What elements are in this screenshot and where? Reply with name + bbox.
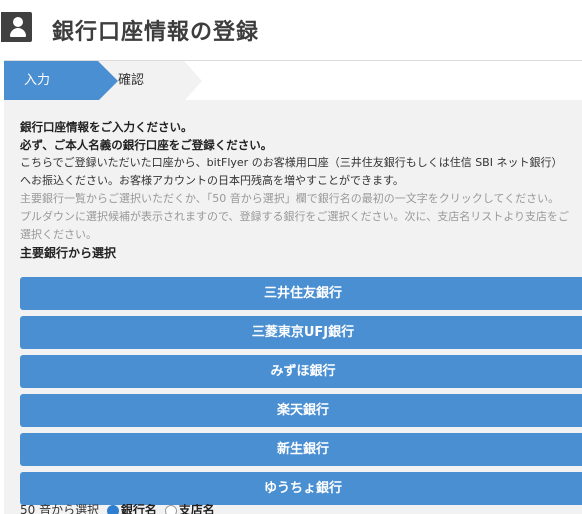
bank-button-rakuten[interactable]: 楽天銀行 [20, 394, 582, 427]
step-confirm-label: 確認 [118, 73, 145, 88]
step-input-label: 入力 [24, 73, 51, 88]
step-indicator: 確認 入力 [4, 60, 582, 101]
bank-button-shinsei[interactable]: 新生銀行 [20, 433, 582, 466]
major-bank-list: 三井住友銀行 三菱東京UFJ銀行 みずほ銀行 楽天銀行 新生銀行 ゆうちょ銀行 [20, 277, 582, 511]
syllabary-row: 50 音から選択 銀行名 支店名 [20, 504, 215, 514]
major-banks-label: 主要銀行から選択 [20, 246, 117, 260]
bank-button-yucho[interactable]: ゆうちょ銀行 [20, 472, 582, 505]
instruction-heading: 銀行口座情報をご入力ください。 [20, 120, 193, 134]
bank-button-mizuho[interactable]: みずほ銀行 [20, 355, 582, 388]
bank-button-smbc[interactable]: 三井住友銀行 [20, 277, 582, 310]
bank-button-mufg[interactable]: 三菱東京UFJ銀行 [20, 316, 582, 349]
step-input: 入力 [4, 61, 118, 101]
instruction-select-2: プルダウンに選択候補が表示されますので、登録する銀行をご選択ください。次に、支店… [20, 210, 570, 223]
instruction-select-3: 選択ください。 [20, 228, 97, 241]
form-panel: 銀行口座情報をご入力ください。 必ず、ご本人名義の銀行口座をご登録ください。 こ… [4, 100, 582, 514]
instructions: 銀行口座情報をご入力ください。 必ず、ご本人名義の銀行口座をご登録ください。 こ… [20, 118, 582, 262]
instruction-transfer-1: こちらでご登録いただいた口座から、bitFlyer のお客様用口座（三井住友銀行… [20, 156, 563, 169]
page-title: 銀行口座情報の登録 [52, 20, 260, 45]
page-header: 銀行口座情報の登録 [0, 0, 582, 60]
account-icon [1, 12, 32, 42]
radio-bank-name-label: 銀行名 [120, 504, 157, 514]
instruction-select-1: 主要銀行一覧からご選択いただくか、「50 音から選択」欄で銀行名の最初の一文字を… [20, 192, 560, 205]
syllabary-label: 50 音から選択 [20, 504, 100, 514]
radio-bank-name[interactable] [106, 504, 119, 514]
instruction-transfer-2: へお振込ください。お客様アカウントの日本円残高を増やすことができます。 [20, 174, 404, 187]
instruction-own-name: 必ず、ご本人名義の銀行口座をご登録ください。 [20, 138, 273, 152]
radio-branch-name[interactable] [164, 504, 177, 514]
radio-branch-name-label: 支店名 [178, 504, 215, 514]
